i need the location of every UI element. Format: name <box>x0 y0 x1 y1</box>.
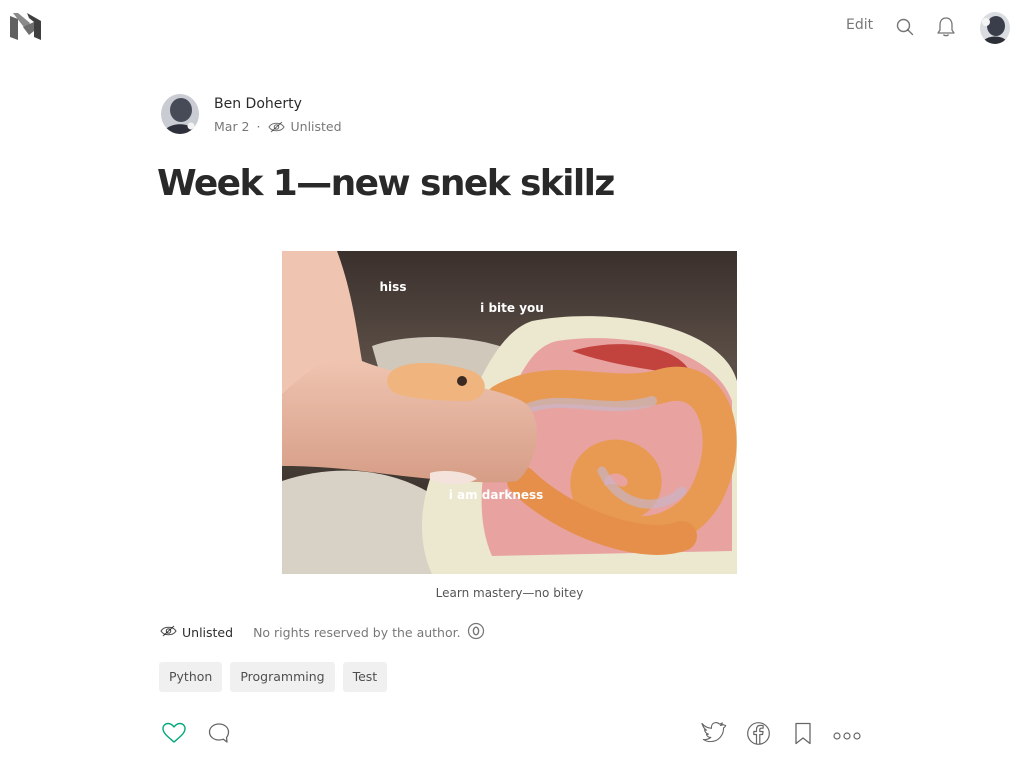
author-name[interactable]: Ben Doherty <box>214 96 302 112</box>
rights-text: No rights reserved by the author. <box>253 625 461 640</box>
bell-icon[interactable] <box>936 16 956 38</box>
tag-programming[interactable]: Programming <box>230 662 335 692</box>
tag-list: Python Programming Test <box>159 662 388 692</box>
more-icon[interactable] <box>833 727 861 740</box>
tag-python[interactable]: Python <box>159 662 223 692</box>
edit-link[interactable]: Edit <box>846 17 873 33</box>
unlisted-icon <box>267 121 285 133</box>
visibility-status: Unlisted <box>290 119 342 134</box>
zero-icon[interactable] <box>467 622 485 643</box>
meme-text-hiss: hiss <box>380 280 407 294</box>
heart-icon[interactable] <box>161 720 187 746</box>
image-caption: Learn mastery—no bitey <box>435 586 584 600</box>
bookmark-icon[interactable] <box>794 722 812 745</box>
author-avatar[interactable] <box>161 94 199 134</box>
tag-test[interactable]: Test <box>342 662 388 692</box>
medium-logo-icon[interactable] <box>10 13 41 40</box>
facebook-icon[interactable] <box>746 721 771 746</box>
meme-text-bite: i bite you <box>480 301 544 315</box>
search-icon[interactable] <box>895 17 915 37</box>
post-visibility-row: Unlisted No rights reserved by the autho… <box>160 622 485 643</box>
post-meta: Mar 2 · Unlisted <box>214 119 342 134</box>
post-image[interactable]: hiss i bite you i am darkness <box>282 251 737 574</box>
meta-separator: · <box>256 119 261 134</box>
post-date[interactable]: Mar 2 <box>214 119 250 134</box>
comment-icon[interactable] <box>207 721 231 745</box>
avatar[interactable] <box>980 12 1010 44</box>
unlisted-icon <box>160 625 177 640</box>
meme-text-darkness: i am darkness <box>449 488 544 502</box>
visibility-label: Unlisted <box>182 625 234 640</box>
twitter-icon[interactable] <box>701 721 727 745</box>
post-title: Week 1—new snek skillz <box>157 163 615 204</box>
